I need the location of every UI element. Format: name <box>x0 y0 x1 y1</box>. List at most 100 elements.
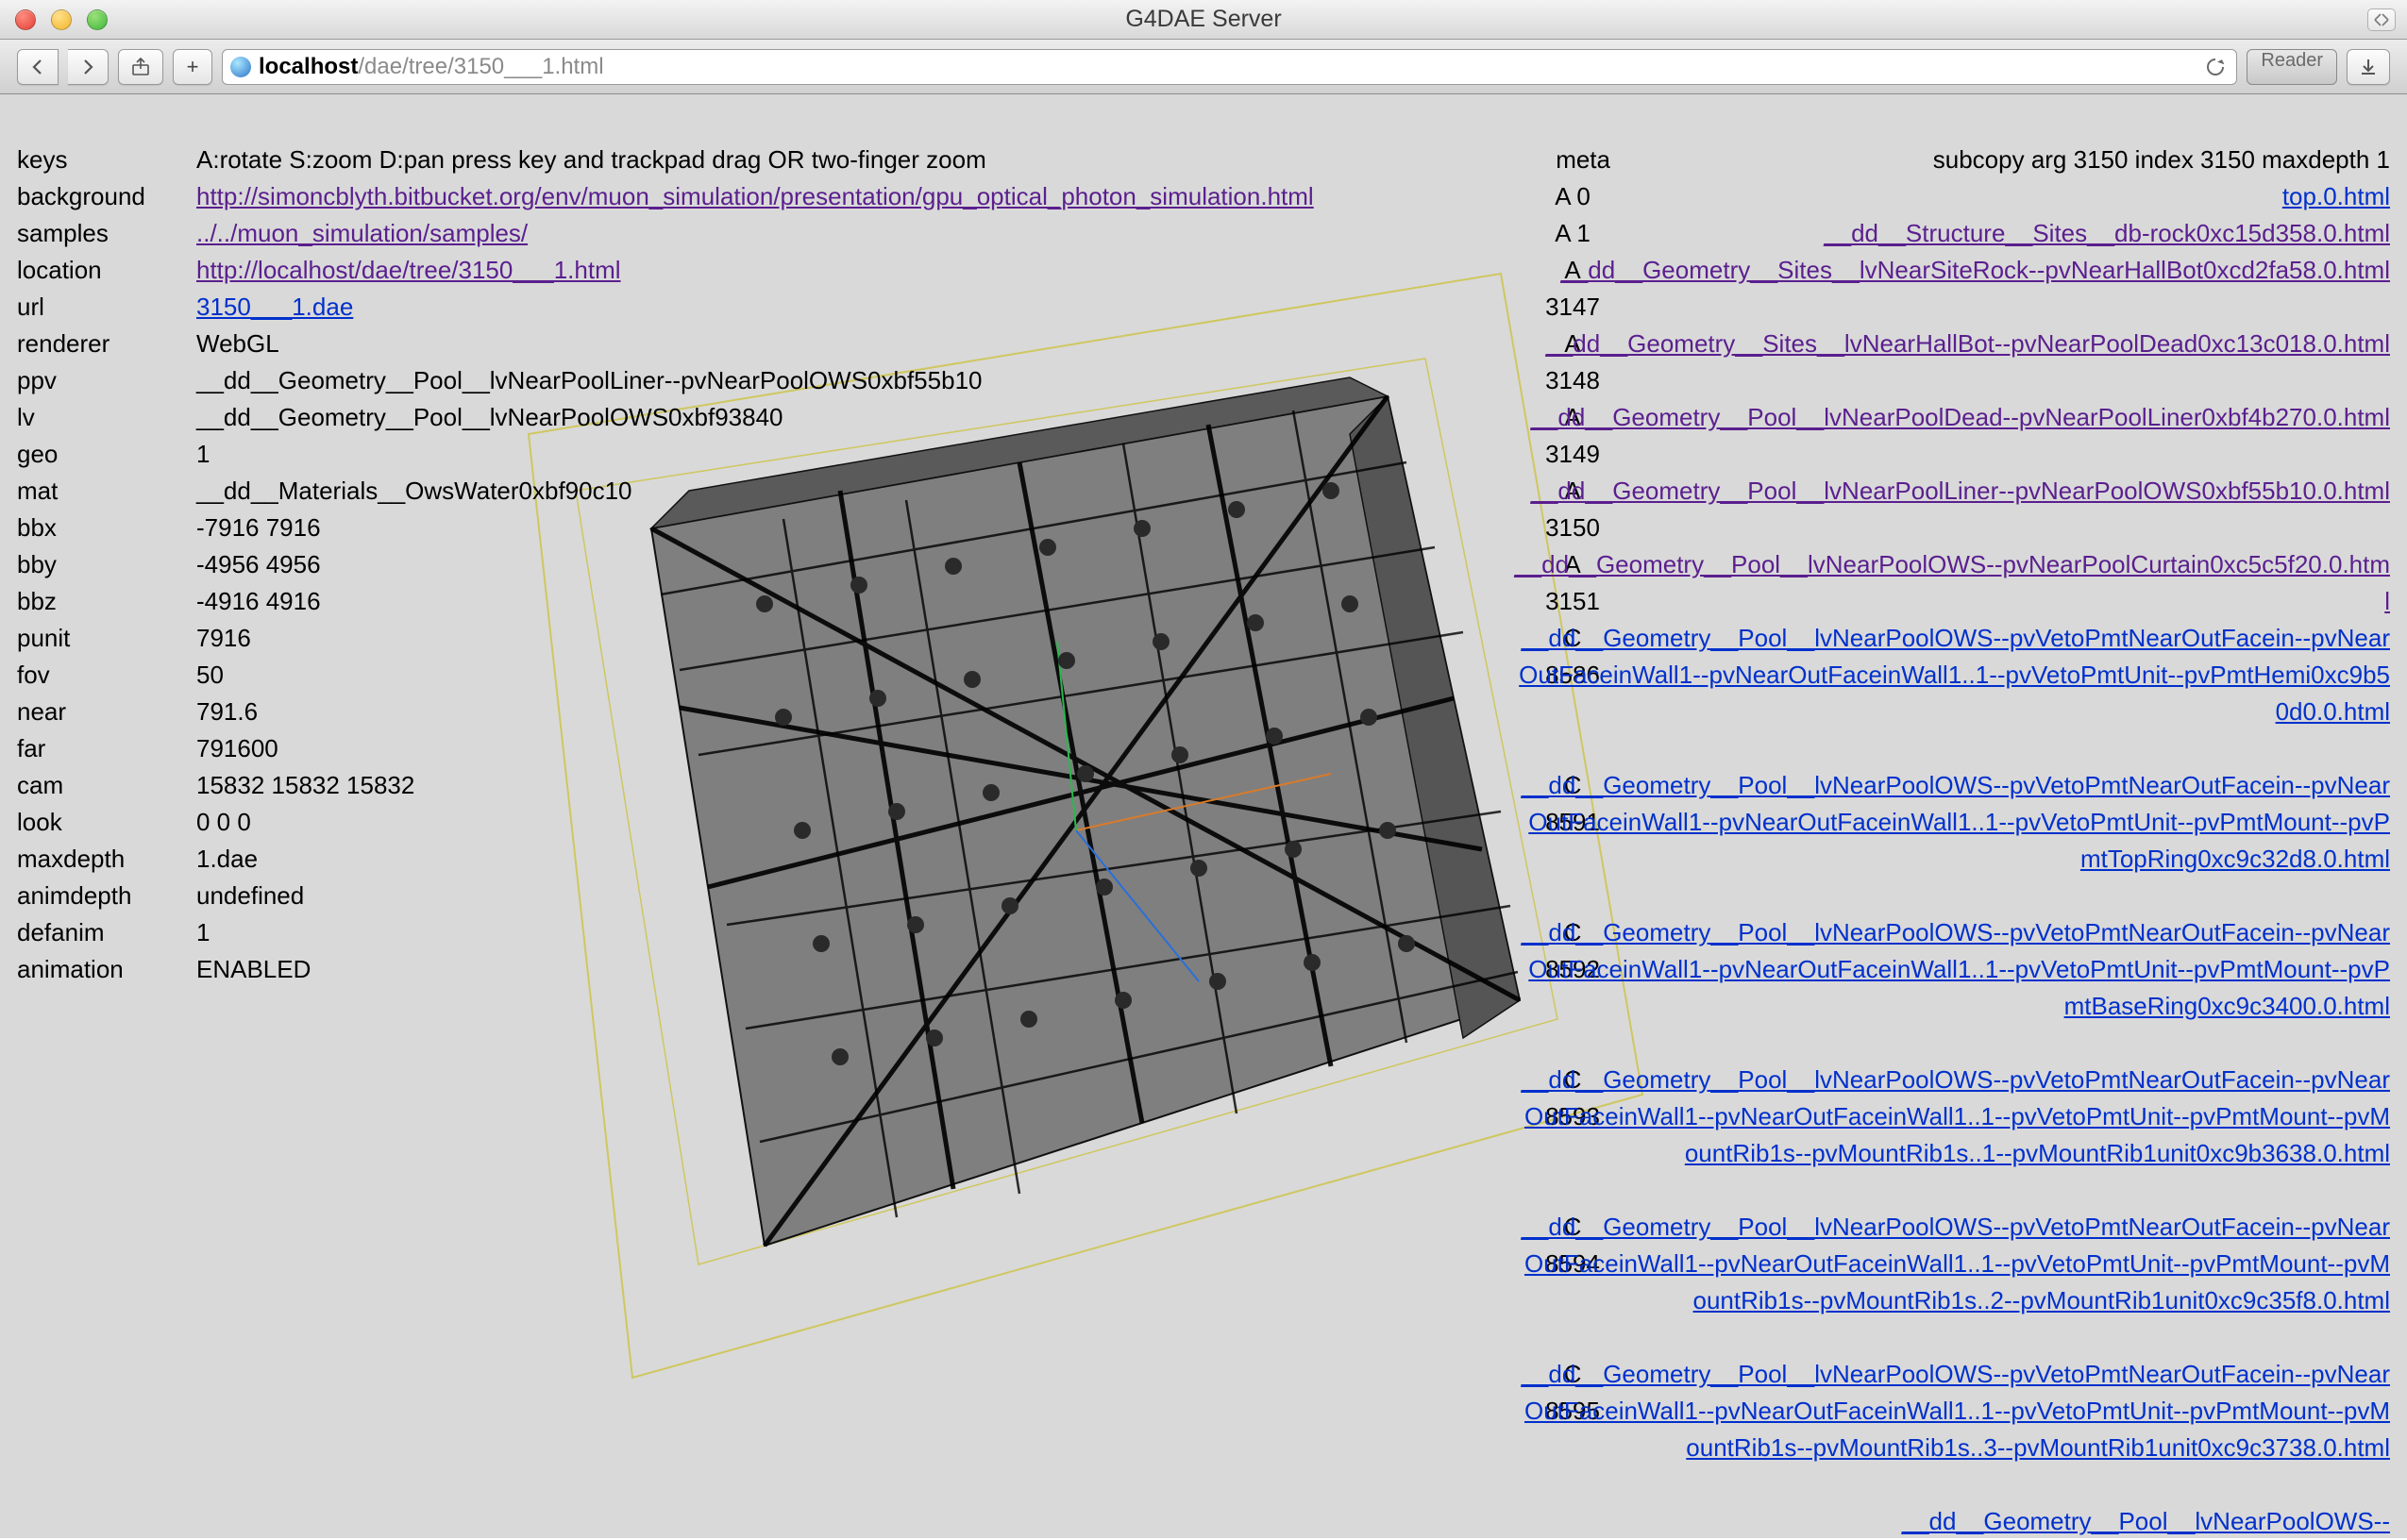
info-link[interactable]: 3150___1.dae <box>196 289 353 326</box>
info-row: ppv__dd__Geometry__Pool__lvNearPoolLiner… <box>17 362 1314 399</box>
geometry-link[interactable]: __dd__Geometry__Pool__lvNearPoolOWS--pvV… <box>1512 620 2390 767</box>
downloads-button[interactable] <box>2347 49 2390 85</box>
fullscreen-button[interactable] <box>2367 8 2396 31</box>
close-icon[interactable] <box>15 9 36 30</box>
info-key: bbx <box>17 510 196 546</box>
reader-button[interactable]: Reader <box>2247 49 2337 85</box>
info-value: -7916 7916 <box>196 510 321 546</box>
info-key: animation <box>17 951 196 988</box>
geometry-link[interactable]: __dd__Geometry__Pool__lvNearPoolOWS-- <box>1512 1503 2390 1540</box>
info-link[interactable]: http://localhost/dae/tree/3150___1.html <box>196 252 621 289</box>
share-button[interactable] <box>118 49 163 85</box>
geometry-link[interactable]: __dd__Geometry__Pool__lvNearPoolOWS--pvV… <box>1512 914 2390 1062</box>
info-key: url <box>17 289 196 326</box>
info-value: 0 0 0 <box>196 804 251 841</box>
info-row: url3150___1.dae <box>17 289 1314 326</box>
info-row: fov50 <box>17 657 1314 694</box>
info-value: -4956 4956 <box>196 546 321 583</box>
info-value: undefined <box>196 878 304 914</box>
info-row: animationENABLED <box>17 951 1314 988</box>
info-key: background <box>17 178 196 215</box>
info-row: near791.6 <box>17 694 1314 730</box>
info-key: mat <box>17 473 196 510</box>
info-key: lv <box>17 399 196 436</box>
traffic-lights <box>0 9 108 30</box>
info-key: renderer <box>17 326 196 362</box>
info-row: backgroundhttp://simoncblyth.bitbucket.o… <box>17 178 1314 215</box>
address-bar[interactable]: localhost/dae/tree/3150___1.html <box>222 49 2237 85</box>
page-content: keysA:rotate S:zoom D:pan press key and … <box>0 94 2407 1538</box>
window-title: G4DAE Server <box>0 6 2407 33</box>
info-value: WebGL <box>196 326 279 362</box>
add-tab-button[interactable]: + <box>173 49 212 85</box>
info-row: far791600 <box>17 730 1314 767</box>
info-value: 50 <box>196 657 224 694</box>
geometry-link[interactable]: __dd__Geometry__Pool__lvNearPoolOWS--pvV… <box>1512 1062 2390 1209</box>
info-key: location <box>17 252 196 289</box>
info-row: lv__dd__Geometry__Pool__lvNearPoolOWS0xb… <box>17 399 1314 436</box>
forward-button[interactable] <box>68 49 109 85</box>
info-key: bby <box>17 546 196 583</box>
info-row: locationhttp://localhost/dae/tree/3150__… <box>17 252 1314 289</box>
info-key: cam <box>17 767 196 804</box>
info-value: 7916 <box>196 620 251 657</box>
info-row: bbz-4916 4916 <box>17 583 1314 620</box>
geometry-link[interactable]: __dd__Geometry__Pool__lvNearPoolOWS--pvV… <box>1512 1209 2390 1356</box>
info-value: A:rotate S:zoom D:pan press key and trac… <box>196 142 986 178</box>
info-key: ppv <box>17 362 196 399</box>
geometry-link[interactable]: __dd__Geometry__Pool__lvNearPoolOWS--pvV… <box>1512 1356 2390 1503</box>
info-key: samples <box>17 215 196 252</box>
info-key: keys <box>17 142 196 178</box>
info-row: punit7916 <box>17 620 1314 657</box>
info-row: look0 0 0 <box>17 804 1314 841</box>
window-titlebar: G4DAE Server <box>0 0 2407 40</box>
subcopy-info: subcopy arg 3150 index 3150 maxdepth 1 <box>1512 142 2390 178</box>
info-value: ENABLED <box>196 951 311 988</box>
info-row: defanim1 <box>17 914 1314 951</box>
info-row: keysA:rotate S:zoom D:pan press key and … <box>17 142 1314 178</box>
info-link[interactable]: ../../muon_simulation/samples/ <box>196 215 528 252</box>
info-value: 1.dae <box>196 841 258 878</box>
info-row: bbx-7916 7916 <box>17 510 1314 546</box>
info-key: defanim <box>17 914 196 951</box>
info-value: 1 <box>196 436 210 473</box>
geometry-link[interactable]: top.0.html <box>1512 178 2390 215</box>
back-button[interactable] <box>17 49 59 85</box>
url-text: localhost/dae/tree/3150___1.html <box>259 54 604 80</box>
geometry-link[interactable]: __dd__Geometry__Pool__lvNearPoolOWS--pvV… <box>1512 767 2390 914</box>
info-table: keysA:rotate S:zoom D:pan press key and … <box>17 142 1314 988</box>
minimize-icon[interactable] <box>51 9 72 30</box>
info-value: __dd__Materials__OwsWater0xbf90c10 <box>196 473 632 510</box>
geometry-link[interactable]: __dd__Geometry__Sites__lvNearSiteRock--p… <box>1512 252 2390 326</box>
info-key: near <box>17 694 196 730</box>
info-row: animdepthundefined <box>17 878 1314 914</box>
geometry-link[interactable]: __dd__Geometry__Pool__lvNearPoolLiner--p… <box>1512 473 2390 546</box>
info-key: geo <box>17 436 196 473</box>
geometry-link[interactable]: __dd__Geometry__Pool__lvNearPoolDead--pv… <box>1512 399 2390 473</box>
info-value: 1 <box>196 914 210 951</box>
info-key: far <box>17 730 196 767</box>
zoom-icon[interactable] <box>87 9 108 30</box>
info-link[interactable]: http://simoncblyth.bitbucket.org/env/muo… <box>196 178 1314 215</box>
info-key: maxdepth <box>17 841 196 878</box>
geometry-link[interactable]: __dd__Geometry__Pool__lvNearPoolOWS--pvN… <box>1512 546 2390 620</box>
geometry-link[interactable]: __dd__Structure__Sites__db-rock0xc15d358… <box>1512 215 2390 252</box>
reload-button[interactable] <box>2202 54 2229 80</box>
info-value: __dd__Geometry__Pool__lvNearPoolOWS0xbf9… <box>196 399 783 436</box>
info-value: 791600 <box>196 730 278 767</box>
globe-icon <box>230 57 251 77</box>
info-value: __dd__Geometry__Pool__lvNearPoolLiner--p… <box>196 362 982 399</box>
info-row: cam15832 15832 15832 <box>17 767 1314 804</box>
geometry-link[interactable]: __dd__Geometry__Sites__lvNearHallBot--pv… <box>1512 326 2390 399</box>
info-key: fov <box>17 657 196 694</box>
info-key: bbz <box>17 583 196 620</box>
info-value: 15832 15832 15832 <box>196 767 414 804</box>
info-row: geo1 <box>17 436 1314 473</box>
info-key: animdepth <box>17 878 196 914</box>
info-row: rendererWebGL <box>17 326 1314 362</box>
info-row: bby-4956 4956 <box>17 546 1314 583</box>
info-row: maxdepth1.dae <box>17 841 1314 878</box>
links-column: subcopy arg 3150 index 3150 maxdepth 1 t… <box>1512 142 2390 1540</box>
info-value: -4916 4916 <box>196 583 321 620</box>
info-value: 791.6 <box>196 694 258 730</box>
